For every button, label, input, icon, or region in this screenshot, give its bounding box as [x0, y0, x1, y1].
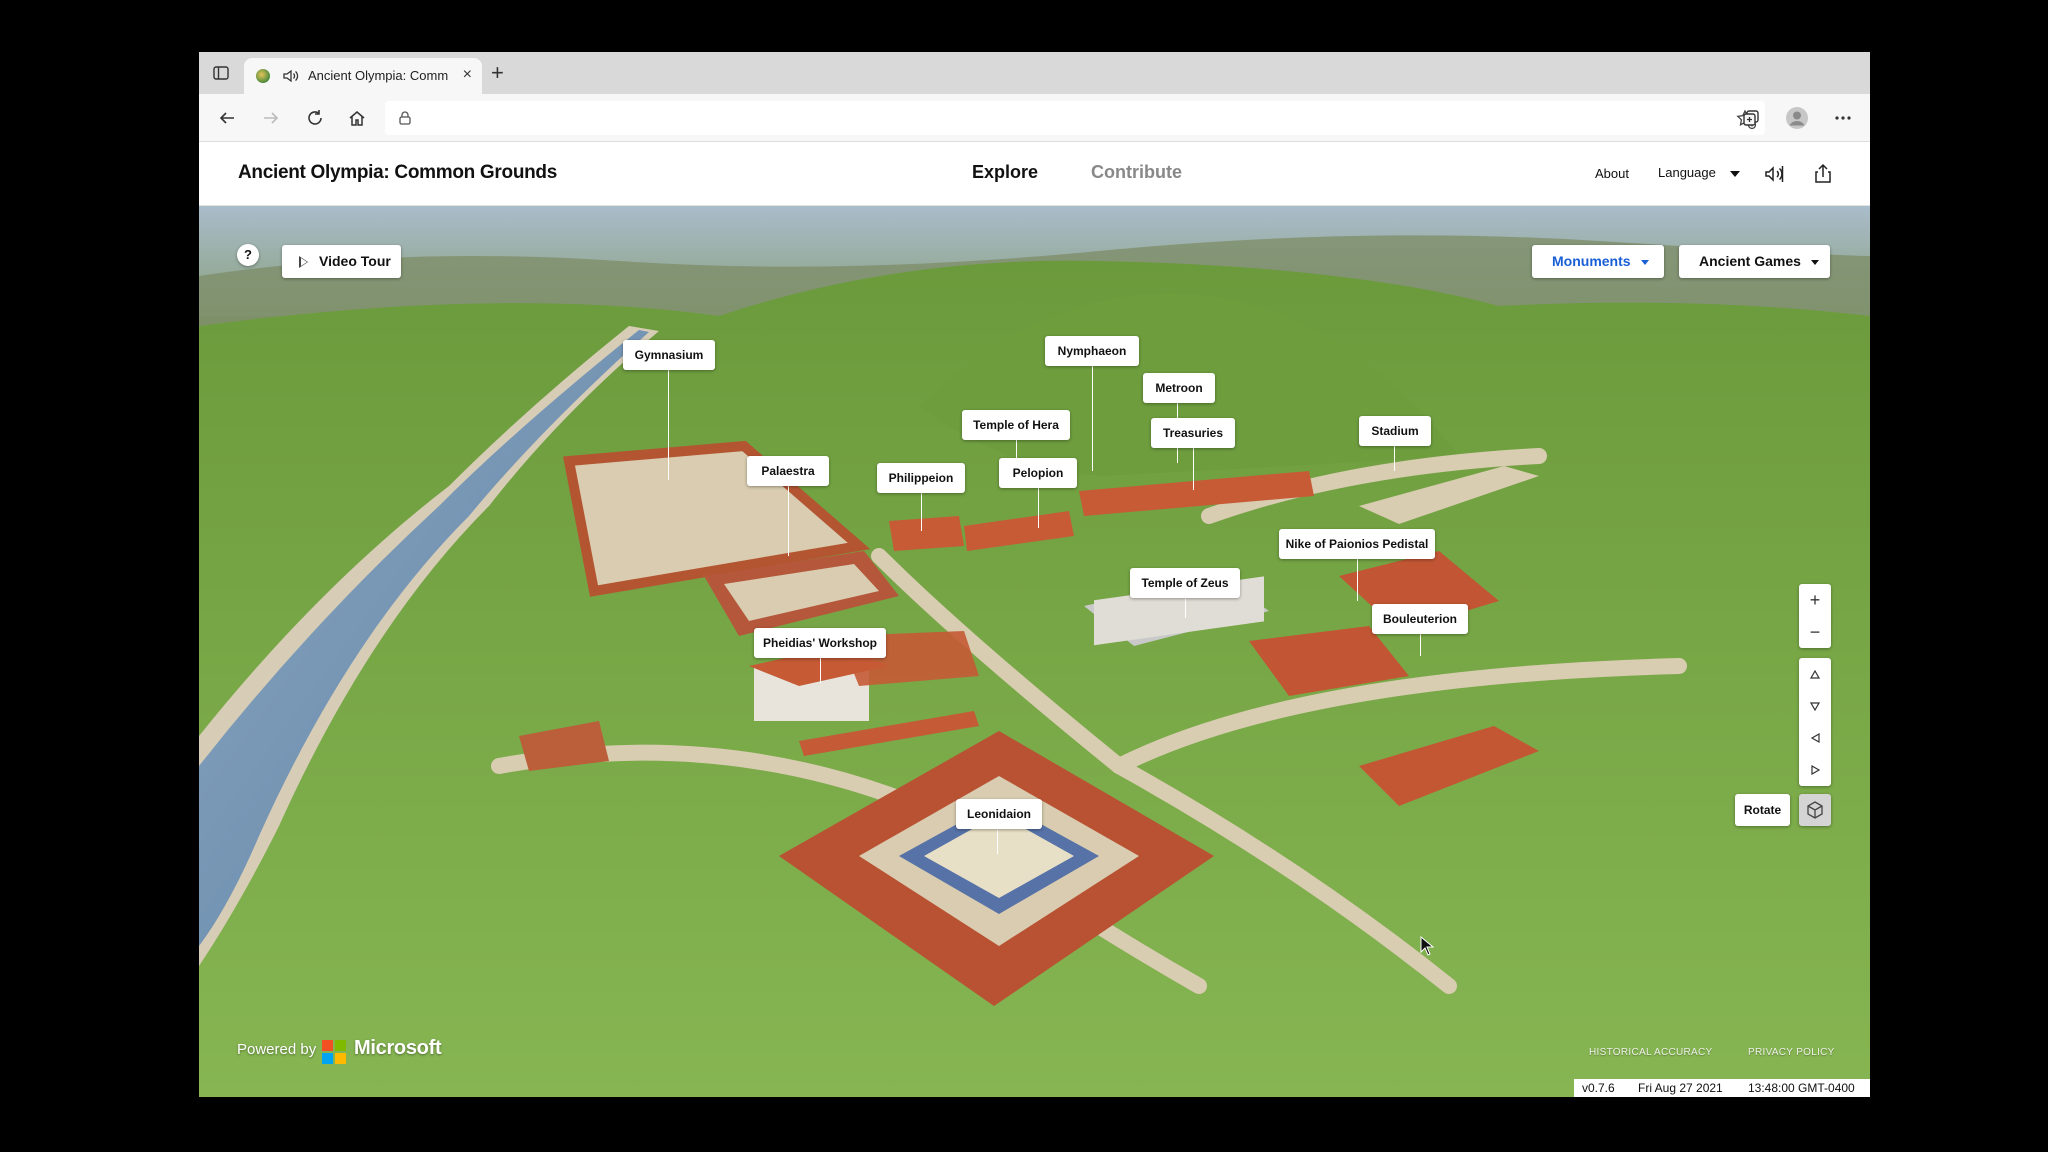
label-palaestra[interactable]: Palaestra: [747, 456, 829, 486]
home-icon[interactable]: [345, 106, 369, 130]
label-pin: [1420, 634, 1421, 656]
more-icon[interactable]: [1831, 106, 1855, 130]
speaker-icon[interactable]: [280, 66, 300, 86]
privacy-policy-link[interactable]: PRIVACY POLICY: [1748, 1047, 1835, 1058]
label-pelopion[interactable]: Pelopion: [999, 458, 1077, 488]
ancient-games-dropdown[interactable]: Ancient Games: [1679, 245, 1830, 278]
chevron-down-icon: [1810, 259, 1819, 265]
label-gymnasium[interactable]: Gymnasium: [623, 340, 715, 370]
label-nymphaeon[interactable]: Nymphaeon: [1045, 336, 1139, 366]
label-pin: [1394, 446, 1395, 471]
label-pin: [1193, 448, 1194, 490]
close-tab-icon[interactable]: ×: [463, 66, 472, 84]
label-pin: [668, 370, 669, 480]
date-text: Fri Aug 27 2021: [1638, 1081, 1723, 1095]
status-bar: v0.7.6 Fri Aug 27 2021 13:48:00 GMT-0400: [1574, 1079, 1870, 1097]
historical-accuracy-link[interactable]: HISTORICAL ACCURACY: [1589, 1047, 1713, 1058]
label-pin: [820, 658, 821, 683]
label-pin: [1092, 366, 1093, 471]
url-field[interactable]: [385, 101, 1765, 135]
pan-controls: [1799, 658, 1831, 786]
back-icon[interactable]: [215, 106, 239, 130]
pan-down-icon[interactable]: [1799, 690, 1831, 722]
collections-icon[interactable]: [1739, 106, 1763, 130]
reload-icon[interactable]: [303, 106, 327, 130]
label-pin: [1038, 488, 1039, 528]
tab-title: Ancient Olympia: Common: [308, 68, 448, 83]
mouse-cursor-icon: [1420, 936, 1434, 956]
terrain-scene: [199, 206, 1870, 1097]
address-bar: [199, 94, 1870, 142]
label-temple-of-zeus[interactable]: Temple of Zeus: [1130, 568, 1240, 598]
browser-tab[interactable]: Ancient Olympia: Common ×: [244, 58, 482, 94]
play-icon: [299, 256, 308, 268]
label-metroon[interactable]: Metroon: [1143, 373, 1215, 403]
version-text: v0.7.6: [1582, 1081, 1615, 1095]
video-tour-button[interactable]: Video Tour: [282, 245, 401, 278]
language-label: Language: [1658, 165, 1716, 180]
share-icon[interactable]: [1811, 162, 1835, 186]
browser-window: Ancient Olympia: Common × + Ancient Olym…: [199, 52, 1870, 1097]
read-aloud-icon[interactable]: [1763, 162, 1787, 186]
language-select[interactable]: Language: [1658, 165, 1740, 180]
chevron-down-icon: [1640, 259, 1649, 265]
sidebar-icon[interactable]: [211, 63, 231, 83]
microsoft-logo-icon: [322, 1040, 346, 1064]
app-header: Ancient Olympia: Common Grounds Explore …: [199, 142, 1870, 206]
new-tab-icon[interactable]: +: [491, 60, 504, 86]
label-pheidias-workshop[interactable]: Pheidias' Workshop: [754, 628, 886, 658]
label-pin: [1185, 598, 1186, 618]
label-nike-of-paionios[interactable]: Nike of Paionios Pedistal: [1279, 529, 1435, 559]
lock-icon[interactable]: [397, 110, 413, 126]
microsoft-brand[interactable]: Microsoft: [354, 1037, 442, 1060]
about-link[interactable]: About: [1595, 166, 1629, 181]
time-text: 13:48:00 GMT-0400: [1748, 1081, 1855, 1095]
label-pin: [1357, 559, 1358, 601]
rotate-button[interactable]: Rotate: [1735, 794, 1790, 826]
cube-icon[interactable]: [1799, 794, 1831, 826]
label-pin: [788, 486, 789, 556]
label-stadium[interactable]: Stadium: [1359, 416, 1431, 446]
label-leonidaion[interactable]: Leonidaion: [956, 799, 1042, 829]
help-button[interactable]: ?: [237, 244, 259, 266]
pan-up-icon[interactable]: [1799, 658, 1831, 690]
map-view[interactable]: ? Video Tour Monuments Ancient Games Gym…: [199, 206, 1870, 1097]
pan-left-icon[interactable]: [1799, 722, 1831, 754]
label-philippeion[interactable]: Philippeion: [877, 463, 965, 493]
label-pin: [997, 829, 998, 854]
label-bouleuterion[interactable]: Bouleuterion: [1372, 604, 1468, 634]
nav-contribute[interactable]: Contribute: [1091, 162, 1182, 183]
zoom-in-button[interactable]: +: [1799, 584, 1831, 616]
label-treasuries[interactable]: Treasuries: [1151, 418, 1235, 448]
pan-right-icon[interactable]: [1799, 754, 1831, 786]
powered-by-label: Powered by: [237, 1041, 317, 1058]
zoom-out-button[interactable]: −: [1799, 616, 1831, 648]
ancient-games-label: Ancient Games: [1699, 253, 1801, 269]
app-title[interactable]: Ancient Olympia: Common Grounds: [238, 162, 557, 184]
zoom-controls: + −: [1799, 584, 1831, 648]
nav-explore[interactable]: Explore: [972, 162, 1038, 183]
video-tour-label: Video Tour: [319, 253, 391, 269]
tab-bar: Ancient Olympia: Common × +: [199, 52, 1870, 94]
monuments-dropdown[interactable]: Monuments: [1532, 245, 1664, 278]
label-pin: [921, 493, 922, 531]
chevron-down-icon: [1729, 170, 1740, 177]
label-temple-of-hera[interactable]: Temple of Hera: [962, 410, 1070, 440]
monuments-label: Monuments: [1552, 253, 1631, 269]
site-favicon-icon: [256, 69, 270, 83]
forward-icon[interactable]: [259, 106, 283, 130]
profile-icon[interactable]: [1785, 106, 1809, 130]
